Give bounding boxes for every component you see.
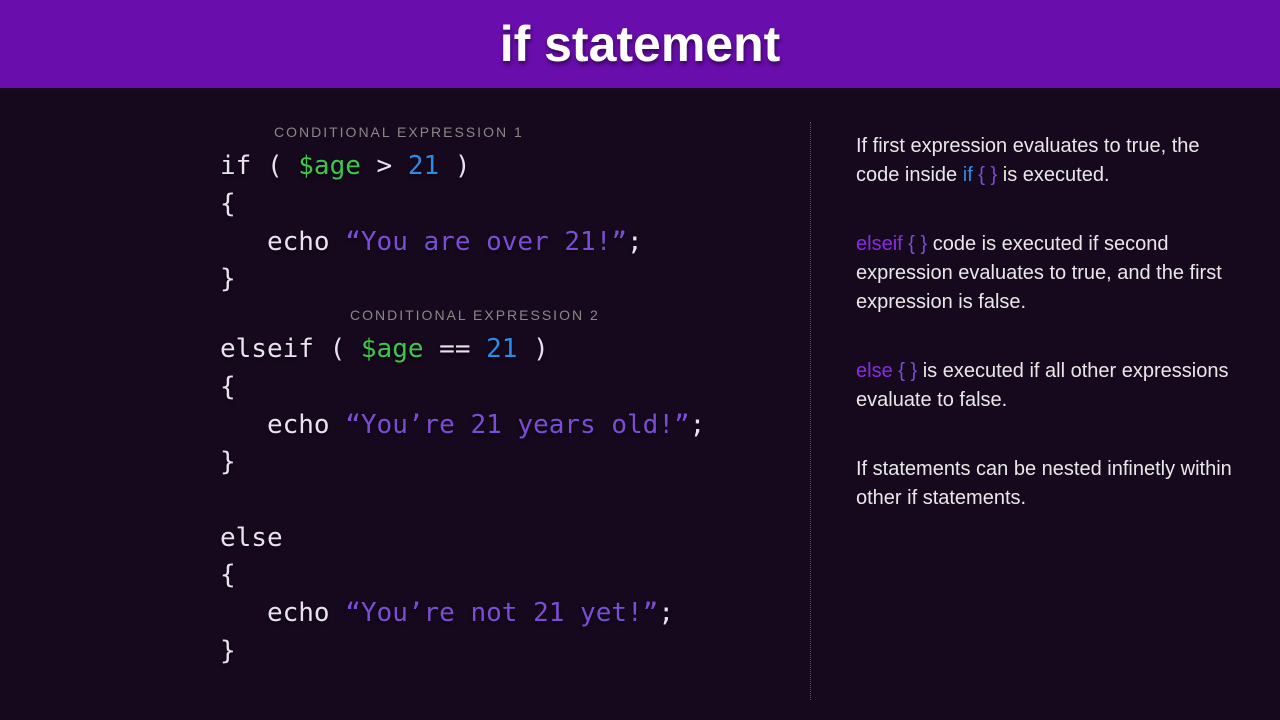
explain-nesting: If statements can be nested infinetly wi… (856, 455, 1240, 513)
vertical-divider (810, 122, 811, 700)
explain-else: else { } is executed if all other expres… (856, 357, 1240, 415)
label-conditional-1: CONDITIONAL EXPRESSION 1 (274, 122, 790, 142)
explain-if: If first expression evaluates to true, t… (856, 132, 1240, 190)
page-title: if statement (500, 15, 781, 73)
variable-age: $age (298, 151, 361, 181)
string-literal: “You’re not 21 yet!” (345, 598, 658, 628)
keyword-echo: echo (267, 598, 330, 628)
code-block-if: if ( $age > 21 ) { echo “You are over 21… (220, 148, 790, 299)
label-conditional-2: CONDITIONAL EXPRESSION 2 (350, 305, 790, 325)
content-area: CONDITIONAL EXPRESSION 1 if ( $age > 21 … (0, 88, 1280, 720)
string-literal: “You are over 21!” (345, 227, 627, 257)
variable-age: $age (361, 334, 424, 364)
code-column: CONDITIONAL EXPRESSION 1 if ( $age > 21 … (0, 88, 810, 720)
keyword-else-inline: else (856, 360, 893, 382)
keyword-echo: echo (267, 227, 330, 257)
title-bar: if statement (0, 0, 1280, 88)
code-block-elseif: elseif ( $age == 21 ) { echo “You’re 21 … (220, 331, 790, 670)
string-literal: “You’re 21 years old!” (345, 410, 689, 440)
keyword-if: if (220, 151, 251, 181)
keyword-if-inline: if (963, 164, 973, 186)
keyword-else: else (220, 523, 283, 553)
keyword-elseif: elseif (220, 334, 314, 364)
explanation-column: If first expression evaluates to true, t… (810, 88, 1280, 720)
number-literal: 21 (486, 334, 517, 364)
explain-elseif: elseif { } code is executed if second ex… (856, 230, 1240, 317)
keyword-elseif-inline: elseif (856, 233, 903, 255)
keyword-echo: echo (267, 410, 330, 440)
number-literal: 21 (408, 151, 439, 181)
